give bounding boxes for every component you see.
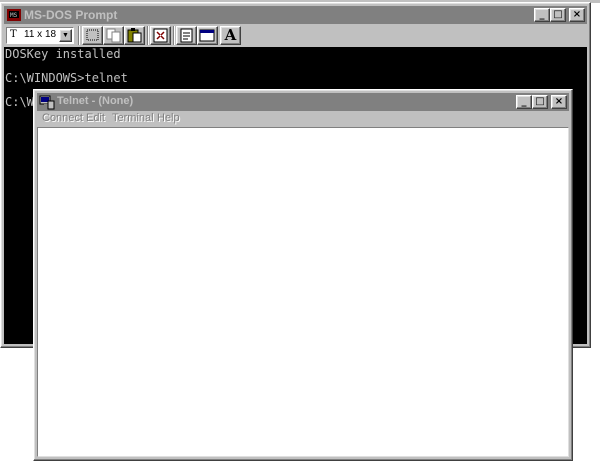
mark-icon [86, 29, 99, 41]
paste-button[interactable] [124, 26, 145, 45]
truetype-icon: T [10, 29, 17, 40]
menu-terminal[interactable]: Terminal [112, 112, 154, 124]
copy-button[interactable] [103, 26, 124, 45]
telnet-menubar: Connect Edit Terminal Help [37, 111, 569, 127]
chevron-down-icon[interactable]: ▼ [59, 29, 72, 42]
telnet-app-icon[interactable] [39, 94, 55, 110]
telnet-client-area[interactable] [37, 127, 569, 457]
background-button[interactable] [197, 26, 218, 45]
menu-connect[interactable]: Connect [42, 112, 83, 124]
telnet-window-title: Telnet - (None) [57, 95, 134, 107]
background-icon [199, 29, 215, 42]
font-icon: A [224, 26, 237, 44]
svg-text:MS: MS [10, 12, 18, 19]
console-line: C:\W [5, 95, 34, 109]
mark-button[interactable] [82, 26, 103, 45]
toolbar-separator [78, 26, 80, 45]
font-size-select[interactable]: T 11 x 18 ▼ [6, 27, 74, 44]
menu-edit[interactable]: Edit [86, 112, 105, 124]
paste-icon [127, 28, 142, 43]
toolbar-separator [147, 26, 149, 45]
copy-icon [106, 28, 121, 43]
dos-window-title: MS-DOS Prompt [24, 8, 118, 22]
fullscreen-button[interactable] [150, 26, 171, 45]
minimize-button[interactable]: _ [534, 8, 550, 22]
toolbar-separator [173, 26, 175, 45]
close-button[interactable]: × [551, 95, 567, 109]
telnet-window[interactable]: Telnet - (None) _ □ × Connect Edit Termi… [33, 89, 573, 461]
msdos-app-icon[interactable]: MS [6, 7, 22, 23]
maximize-button[interactable]: □ [532, 95, 548, 109]
dos-toolbar: T 11 x 18 ▼ A [4, 24, 587, 47]
font-size-value: 11 x 18 [24, 29, 57, 40]
maximize-button[interactable]: □ [550, 8, 566, 22]
font-button[interactable]: A [220, 26, 241, 45]
properties-button[interactable] [176, 26, 197, 45]
menu-help[interactable]: Help [157, 112, 180, 124]
minimize-button[interactable]: _ [516, 95, 532, 109]
dos-titlebar[interactable]: MS MS-DOS Prompt _ □ × [4, 6, 587, 24]
console-line: DOSKey installed [5, 47, 121, 61]
fullscreen-icon [153, 28, 168, 43]
telnet-titlebar[interactable]: Telnet - (None) _ □ × [37, 93, 569, 111]
console-line: C:\WINDOWS>telnet [5, 71, 128, 85]
properties-icon [180, 28, 193, 43]
close-button[interactable]: × [569, 8, 585, 22]
